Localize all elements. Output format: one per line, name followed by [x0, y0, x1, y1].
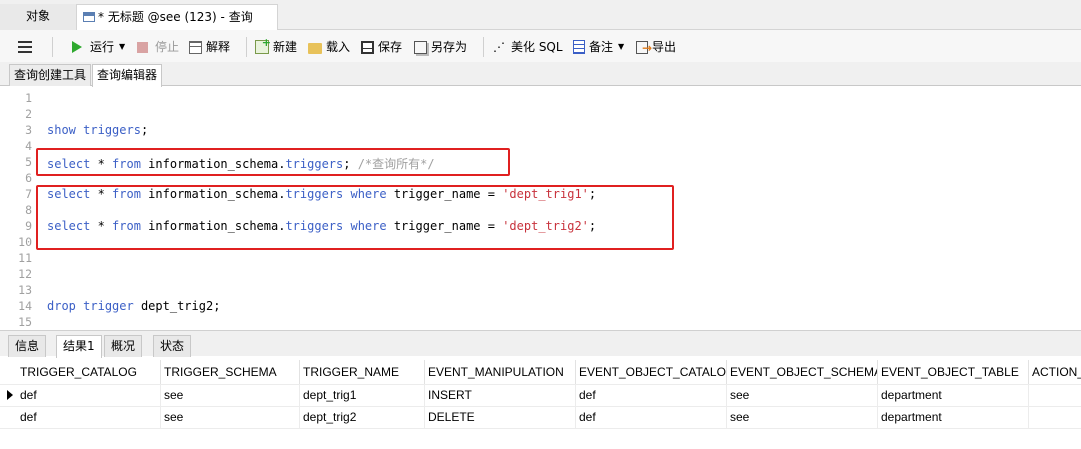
comment-icon [573, 40, 585, 54]
table-cell[interactable]: INSERT [425, 384, 576, 406]
column-header[interactable]: ACTION_ [1029, 360, 1081, 384]
column-header[interactable]: TRIGGER_CATALOG [17, 360, 161, 384]
table-cell[interactable]: def [576, 406, 727, 428]
toolbar-separator [246, 37, 247, 57]
save-as-label: 另存为 [431, 40, 468, 54]
save-button[interactable]: 保存 [361, 38, 402, 56]
line-number: 15 [18, 315, 32, 329]
explain-label: 解释 [206, 40, 231, 54]
result-grid[interactable]: TRIGGER_CATALOG TRIGGER_SCHEMA TRIGGER_NAM… [0, 358, 1081, 449]
table-cell[interactable]: department [878, 406, 1029, 428]
table-cell[interactable]: def [17, 384, 161, 406]
explain-button[interactable]: 解释 [189, 38, 230, 56]
highlight-box-lines-7-9 [36, 185, 674, 250]
toolbar-separator [52, 37, 53, 57]
save-as-icon [414, 40, 427, 54]
chevron-down-icon[interactable]: ▼ [618, 38, 624, 56]
line-number: 1 [25, 91, 32, 105]
tab-query-label: * 无标题 @see (123) - 查询 [98, 10, 253, 24]
sql-editor[interactable]: 1 2 3 4 5 6 7 8 9 10 11 12 13 14 15 show triggers; sel… [0, 87, 1081, 330]
table-cell[interactable]: dept_trig1 [300, 384, 425, 406]
magic-wand-icon: ⋰ [493, 40, 505, 54]
tab-query-builder[interactable]: 查询创建工具 [9, 64, 92, 86]
line-number: 8 [25, 203, 32, 217]
stop-icon [137, 41, 148, 53]
line-number: 3 [25, 123, 32, 137]
table-cell[interactable]: see [161, 406, 300, 428]
export-icon: → [636, 40, 652, 54]
column-header[interactable]: EVENT_OBJECT_TABLE [878, 360, 1029, 384]
line-number: 2 [25, 107, 32, 121]
beautify-sql-button[interactable]: ⋰ 美化 SQL [493, 38, 563, 56]
folder-icon [308, 42, 322, 54]
line-number: 6 [25, 171, 32, 185]
tab-objects[interactable]: 对象 [0, 4, 76, 30]
line-number: 10 [18, 235, 32, 249]
table-cell[interactable]: def [17, 406, 161, 428]
tab-overview[interactable]: 概况 [104, 335, 143, 357]
explain-icon [189, 40, 202, 54]
grid-row-divider [0, 428, 1081, 429]
editor-mode-tabs: 查询创建工具 查询编辑器 [0, 62, 1081, 87]
export-button[interactable]: → 导出 [636, 38, 676, 56]
save-icon [361, 40, 374, 54]
line-number: 12 [18, 267, 32, 281]
column-header[interactable]: EVENT_OBJECT_CATALOG [576, 360, 727, 384]
save-as-button[interactable]: 另存为 [414, 38, 467, 56]
code-line-14: drop trigger dept_trig2; [47, 299, 221, 313]
new-query-icon: + [255, 37, 271, 54]
line-number: 5 [25, 155, 32, 169]
tab-info[interactable]: 信息 [8, 335, 47, 357]
table-cell[interactable] [1029, 384, 1081, 406]
run-button[interactable]: 运行 ▼ [72, 38, 125, 56]
result-tabs: 信息 结果1 概况 状态 [0, 330, 1081, 358]
column-header[interactable]: TRIGGER_NAME [300, 360, 425, 384]
beautify-sql-label: 美化 SQL [511, 40, 563, 54]
save-label: 保存 [378, 40, 403, 54]
tab-query[interactable]: * 无标题 @see (123) - 查询 [76, 4, 278, 30]
stop-label: 停止 [155, 40, 180, 54]
load-label: 载入 [326, 40, 351, 54]
code-line-3: show triggers; [47, 123, 149, 137]
column-header[interactable]: EVENT_OBJECT_SCHEMA [727, 360, 878, 384]
line-number: 4 [25, 139, 32, 153]
toolbar: 运行 ▼ 停止 解释 + 新建 载入 保存 另存为 ⋰ 美化 SQL 备注 ▼ → 导出 [0, 30, 1081, 62]
run-label: 运行 [90, 40, 115, 54]
comment-label: 备注 [589, 40, 614, 54]
column-header[interactable]: TRIGGER_SCHEMA [161, 360, 300, 384]
comment-button[interactable]: 备注 ▼ [573, 38, 624, 56]
table-cell[interactable]: def [576, 384, 727, 406]
line-number: 9 [25, 219, 32, 233]
new-button[interactable]: + 新建 [255, 37, 298, 56]
table-cell[interactable]: department [878, 384, 1029, 406]
line-number: 11 [18, 251, 32, 265]
tab-query-editor[interactable]: 查询编辑器 [92, 64, 163, 87]
current-row-marker-icon [7, 390, 13, 400]
table-cell[interactable] [1029, 406, 1081, 428]
table-cell[interactable]: DELETE [425, 406, 576, 428]
table-cell[interactable]: see [727, 406, 878, 428]
line-number: 7 [25, 187, 32, 201]
query-table-icon [83, 12, 95, 22]
new-label: 新建 [273, 40, 298, 54]
stop-button[interactable]: 停止 [137, 38, 179, 56]
play-icon [72, 41, 82, 53]
tab-result1[interactable]: 结果1 [56, 335, 102, 358]
toolbar-separator [483, 37, 484, 57]
table-cell[interactable]: dept_trig2 [300, 406, 425, 428]
hamburger-icon [18, 41, 32, 53]
tab-status[interactable]: 状态 [153, 335, 192, 357]
chevron-down-icon[interactable]: ▼ [119, 38, 125, 56]
table-cell[interactable]: see [727, 384, 878, 406]
menu-button[interactable] [18, 38, 32, 56]
line-number: 13 [18, 283, 32, 297]
highlight-box-line-5 [36, 148, 510, 176]
document-tab-strip: 对象 * 无标题 @see (123) - 查询 [0, 0, 1081, 30]
export-label: 导出 [652, 40, 677, 54]
load-button[interactable]: 载入 [308, 38, 350, 56]
table-cell[interactable]: see [161, 384, 300, 406]
line-number: 14 [18, 299, 32, 313]
column-header[interactable]: EVENT_MANIPULATION [425, 360, 576, 384]
